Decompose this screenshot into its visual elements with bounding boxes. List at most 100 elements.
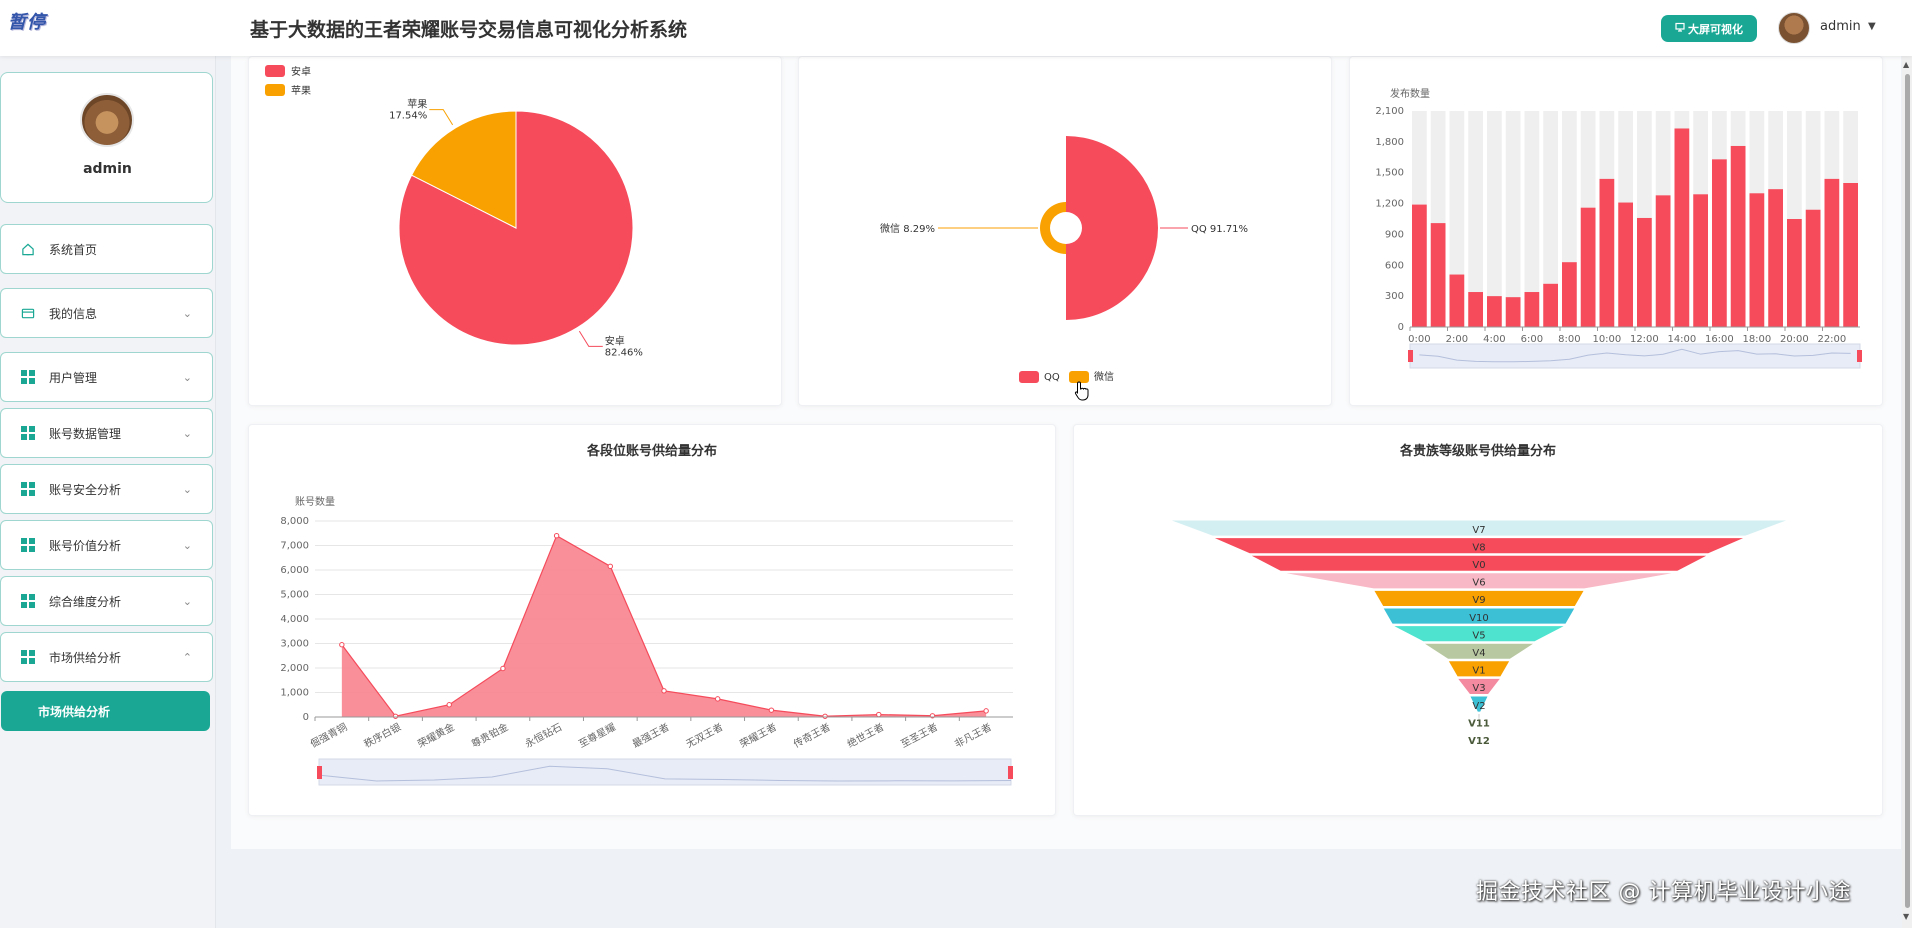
x-tick-label: 倔强青铜 [308,720,349,750]
x-tick-label: 18:00 [1742,334,1771,345]
chevron-down-icon: ⌄ [182,370,192,384]
top-bar: 暂停 基于大数据的王者荣耀账号交易信息可视化分析系统 大屏可视化 admin ▼ [0,0,1912,56]
legend-label: 安卓 [291,65,311,78]
sidebar-item-my-info[interactable]: 我的信息 ⌄ [0,288,213,338]
bar [1618,202,1633,327]
page-title: 基于大数据的王者荣耀账号交易信息可视化分析系统 [250,19,688,41]
funnel-label: V11 [1468,718,1490,729]
sidebar-item-user-management[interactable]: 用户管理 ⌄ [0,352,213,402]
bar [1824,178,1840,327]
bar [1730,145,1746,327]
funnel-label: V12 [1468,736,1490,747]
sidebar-item-multi-dimension[interactable]: 综合维度分析 ⌄ [0,576,213,626]
data-point [553,533,560,539]
y-tick-label: 2,100 [1375,106,1404,117]
bar-background [1505,111,1521,327]
data-point [607,563,614,570]
sidebar-item-label: 账号数据管理 [49,426,122,441]
grid-icon [21,538,35,552]
y-tick-label: 8,000 [280,516,309,527]
y-tick-label: 6,000 [280,565,309,576]
y-tick-label: 0 [1398,322,1404,333]
data-point [768,707,775,713]
funnel-label: V2 [1472,701,1485,712]
funnel-label: V7 [1472,525,1485,536]
chevron-down-icon: ⌄ [182,594,192,608]
datazoom-handle-right [1008,766,1013,779]
scrollbar-thumb[interactable] [1905,74,1910,908]
sidebar-item-account-data[interactable]: 账号数据管理 ⌄ [0,408,213,458]
data-point [392,713,399,719]
x-tick-label: 10:00 [1592,334,1621,345]
x-tick-label: 20:00 [1780,334,1809,345]
watermark: 掘金技术社区 @ 计算机毕业设计小途 [1476,880,1851,905]
pie-label-pct: 17.54% [389,111,427,122]
funnel-label: V10 [1469,613,1489,624]
data-point [446,702,452,708]
x-tick-label: 荣耀黄金 [415,720,456,750]
bar [1637,217,1652,327]
x-tick-label: 14:00 [1667,334,1696,345]
data-point [714,696,721,702]
y-tick-label: 7,000 [280,541,309,552]
caret-down-icon[interactable]: ▼ [1868,21,1876,32]
pie-label-name: 苹果 [407,98,427,111]
y-tick-label: 1,200 [1375,199,1404,210]
card-os-pie: 安卓 苹果 安卓 82.46% 苹果 17.54% [248,56,782,406]
avatar[interactable] [1778,12,1810,44]
hand-cursor-icon [1074,381,1090,405]
pie-label-line [578,330,603,347]
bigscreen-label: 大屏可视化 [1688,22,1743,36]
noble-funnel-chart: V7 V8 V0 V6 V9 V10 V5 V4 V1 V3 V2 V11 V12 [1168,519,1790,748]
bar [1543,283,1558,327]
sidebar-item-account-value[interactable]: 账号价值分析 ⌄ [0,520,213,570]
username[interactable]: admin [1820,19,1861,34]
y-axis-label: 账号数量 [295,495,335,508]
card-noble-funnel: 各贵族等级账号供给量分布 V7 V8 V0 V6 V9 V10 V5 V4 V1 V3 V2 V11 V… [1073,424,1883,816]
x-tick-label: 6:00 [1521,334,1543,345]
os-pie-chart: 安卓苹果安卓82.46%苹果17.54% [265,65,643,358]
x-tick-label: 22:00 [1817,334,1846,345]
x-tick-label: 至尊星耀 [576,720,617,750]
submenu-item-market-supply-analysis[interactable]: 市场供给分析 [1,691,210,731]
x-tick-label: 0:00 [1408,334,1430,345]
noble-chart-title: 各贵族等级账号供给量分布 [1399,444,1556,459]
x-tick-label: 至圣王者 [899,721,940,750]
bar [1580,207,1596,327]
scroll-down-arrow-icon[interactable]: ▼ [1903,912,1909,921]
funnel-label: V6 [1472,578,1485,589]
rank-area-chart: 账号数量 0 1,000 2,000 3,000 4,000 5,000 6,000 7,000… [280,495,1013,786]
sidebar-item-label: 市场供给分析 [49,650,122,665]
bar-background [1487,111,1502,327]
y-tick-label: 900 [1385,229,1404,240]
bar [1449,274,1465,327]
legend-swatch [265,84,285,96]
rose-label: QQ 91.71% [1191,224,1248,235]
y-tick-label: 1,800 [1375,137,1404,148]
chevron-up-icon: ⌃ [182,650,192,664]
datazoom-handle-right [1857,350,1862,362]
data-point [983,708,989,714]
x-tick-label: 永恒钻石 [523,720,564,750]
bar [1674,128,1690,327]
x-tick-label: 8:00 [1558,334,1580,345]
bar [1430,223,1446,327]
grid-icon [21,650,35,664]
data-point [339,642,345,648]
funnel-label: V0 [1472,560,1485,571]
sidebar-item-account-security[interactable]: 账号安全分析 ⌄ [0,464,213,514]
legend-label: 苹果 [291,84,311,97]
legend-label: 微信 [1094,370,1114,383]
bigscreen-button[interactable]: 大屏可视化 [1661,15,1757,42]
x-tick-label: 秩序白银 [362,720,403,750]
scroll-up-arrow-icon[interactable]: ▲ [1903,60,1909,69]
chevron-down-icon: ⌄ [182,538,192,552]
bar [1787,219,1802,327]
sidebar-item-home[interactable]: 系统首页 [0,224,213,274]
bar [1768,189,1783,327]
funnel-label: V3 [1472,683,1485,694]
y-axis-label: 发布数量 [1390,87,1430,100]
datazoom-handle-left [317,766,322,779]
sidebar-item-market-supply[interactable]: 市场供给分析 ⌃ [0,632,213,682]
card-rank-area: 各段位账号供给量分布 账号数量 0 1,000 2,000 3,000 4,000 5,00… [248,424,1056,816]
